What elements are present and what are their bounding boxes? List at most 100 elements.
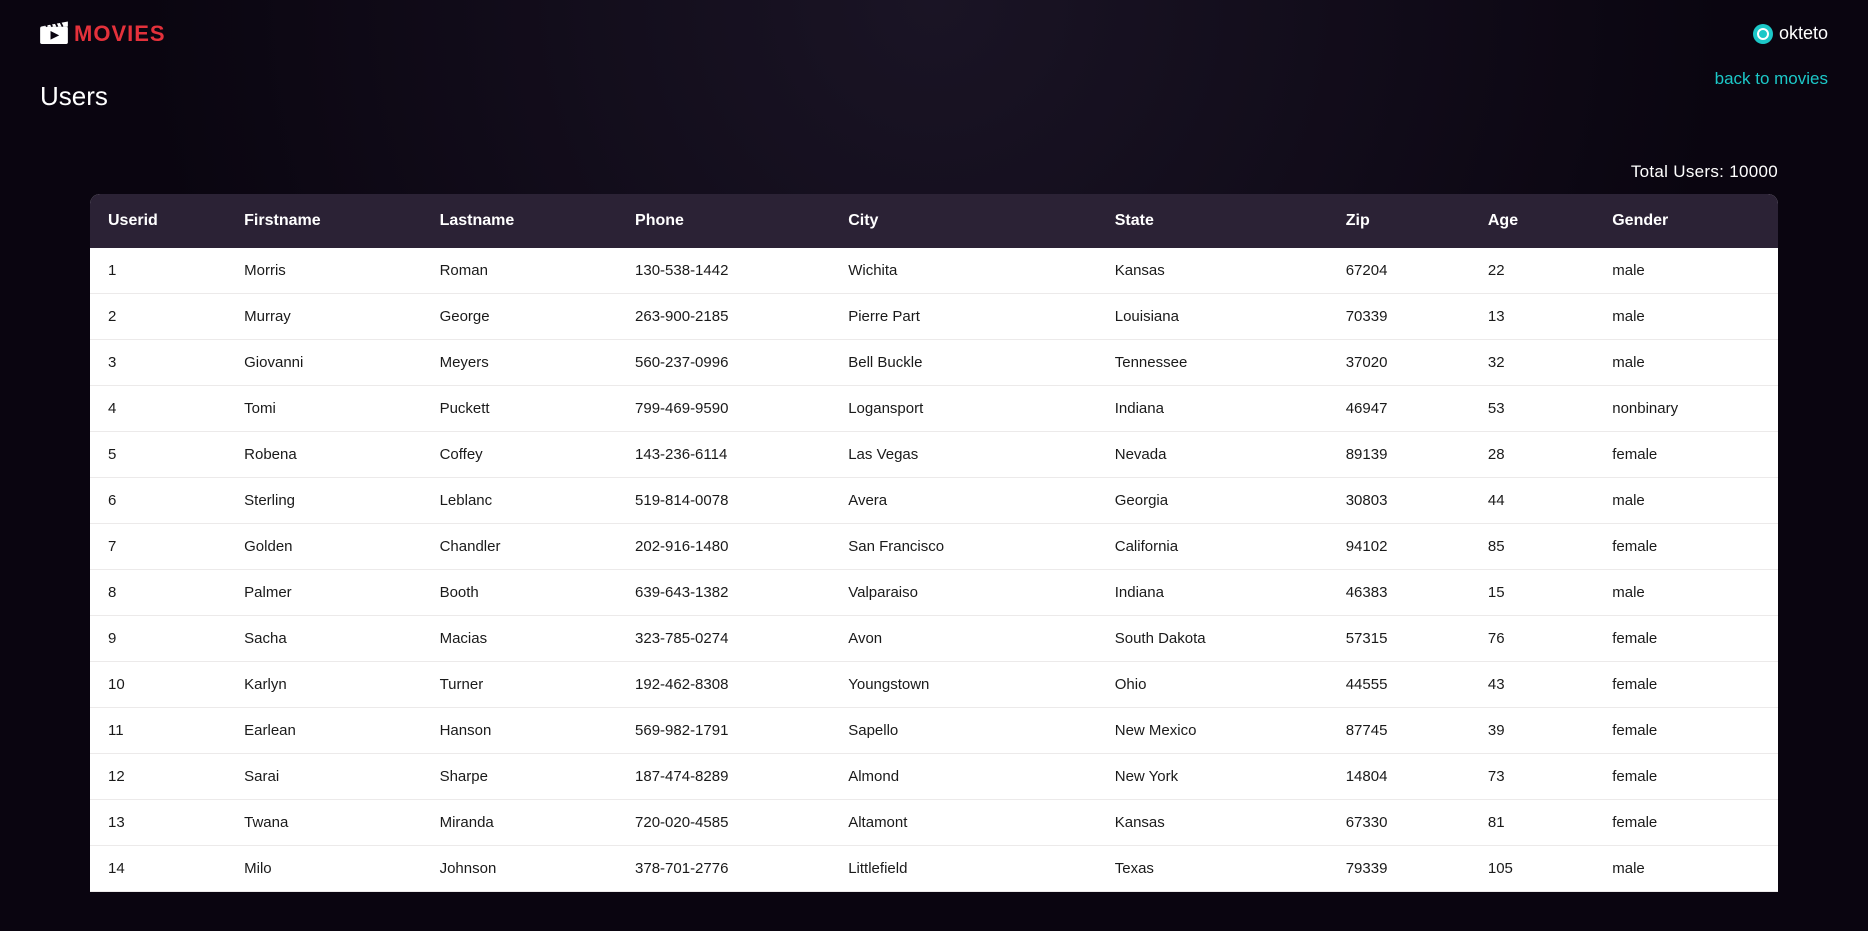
cell-state: Louisiana [1103, 294, 1334, 340]
cell-age: 28 [1476, 432, 1600, 478]
cell-gender: male [1600, 846, 1778, 892]
cell-zip: 67204 [1334, 248, 1476, 294]
cell-city: San Francisco [836, 524, 1103, 570]
cell-userid: 14 [90, 846, 232, 892]
cell-userid: 13 [90, 800, 232, 846]
cell-state: South Dakota [1103, 616, 1334, 662]
table-row: 5RobenaCoffey143-236-6114Las VegasNevada… [90, 432, 1778, 478]
cell-firstname: Milo [232, 846, 427, 892]
table-row: 13TwanaMiranda720-020-4585AltamontKansas… [90, 800, 1778, 846]
cell-city: Valparaiso [836, 570, 1103, 616]
cell-phone: 323-785-0274 [623, 616, 836, 662]
cell-lastname: Chandler [428, 524, 623, 570]
cell-city: Wichita [836, 248, 1103, 294]
table-row: 10KarlynTurner192-462-8308YoungstownOhio… [90, 662, 1778, 708]
app-logo[interactable]: MOVIES [40, 18, 166, 49]
cell-phone: 519-814-0078 [623, 478, 836, 524]
cell-userid: 8 [90, 570, 232, 616]
cell-gender: female [1600, 662, 1778, 708]
cell-state: Ohio [1103, 662, 1334, 708]
cell-phone: 639-643-1382 [623, 570, 836, 616]
cell-userid: 12 [90, 754, 232, 800]
cell-age: 73 [1476, 754, 1600, 800]
cell-zip: 30803 [1334, 478, 1476, 524]
cell-city: Avon [836, 616, 1103, 662]
cell-zip: 57315 [1334, 616, 1476, 662]
cell-gender: female [1600, 708, 1778, 754]
cell-state: New York [1103, 754, 1334, 800]
cell-lastname: Coffey [428, 432, 623, 478]
cell-age: 32 [1476, 340, 1600, 386]
table-header-row: Userid Firstname Lastname Phone City Sta… [90, 194, 1778, 248]
cell-age: 81 [1476, 800, 1600, 846]
cell-phone: 378-701-2776 [623, 846, 836, 892]
cell-age: 13 [1476, 294, 1600, 340]
cell-userid: 4 [90, 386, 232, 432]
cell-phone: 560-237-0996 [623, 340, 836, 386]
col-age: Age [1476, 194, 1600, 248]
cell-city: Littlefield [836, 846, 1103, 892]
total-users-label: Total Users: 10000 [90, 162, 1778, 182]
cell-city: Almond [836, 754, 1103, 800]
table-row: 6SterlingLeblanc519-814-0078AveraGeorgia… [90, 478, 1778, 524]
cell-lastname: Puckett [428, 386, 623, 432]
cell-firstname: Giovanni [232, 340, 427, 386]
cell-state: Indiana [1103, 386, 1334, 432]
cell-firstname: Palmer [232, 570, 427, 616]
cell-gender: male [1600, 248, 1778, 294]
cell-age: 53 [1476, 386, 1600, 432]
cell-gender: female [1600, 800, 1778, 846]
cell-phone: 202-916-1480 [623, 524, 836, 570]
cell-phone: 263-900-2185 [623, 294, 836, 340]
col-city: City [836, 194, 1103, 248]
cell-city: Youngstown [836, 662, 1103, 708]
cell-userid: 2 [90, 294, 232, 340]
content: Total Users: 10000 Userid Firstname Last… [0, 122, 1868, 892]
page-title: Users [0, 81, 1868, 122]
cell-userid: 11 [90, 708, 232, 754]
cell-city: Logansport [836, 386, 1103, 432]
cell-userid: 3 [90, 340, 232, 386]
table-row: 2MurrayGeorge263-900-2185Pierre PartLoui… [90, 294, 1778, 340]
cell-age: 15 [1476, 570, 1600, 616]
cell-gender: male [1600, 340, 1778, 386]
cell-age: 43 [1476, 662, 1600, 708]
cell-state: Georgia [1103, 478, 1334, 524]
cell-phone: 130-538-1442 [623, 248, 836, 294]
cell-phone: 720-020-4585 [623, 800, 836, 846]
cell-city: Altamont [836, 800, 1103, 846]
cell-userid: 7 [90, 524, 232, 570]
cell-zip: 67330 [1334, 800, 1476, 846]
cell-state: Kansas [1103, 248, 1334, 294]
table-row: 11EarleanHanson569-982-1791SapelloNew Me… [90, 708, 1778, 754]
cell-userid: 10 [90, 662, 232, 708]
cell-state: Kansas [1103, 800, 1334, 846]
cell-lastname: Sharpe [428, 754, 623, 800]
cell-state: Texas [1103, 846, 1334, 892]
cell-firstname: Tomi [232, 386, 427, 432]
okteto-logo[interactable]: okteto [1753, 23, 1828, 44]
cell-phone: 187-474-8289 [623, 754, 836, 800]
users-table: Userid Firstname Lastname Phone City Sta… [90, 194, 1778, 892]
cell-age: 105 [1476, 846, 1600, 892]
cell-state: California [1103, 524, 1334, 570]
col-zip: Zip [1334, 194, 1476, 248]
cell-age: 85 [1476, 524, 1600, 570]
cell-phone: 569-982-1791 [623, 708, 836, 754]
cell-state: Tennessee [1103, 340, 1334, 386]
cell-phone: 143-236-6114 [623, 432, 836, 478]
cell-firstname: Sterling [232, 478, 427, 524]
cell-phone: 799-469-9590 [623, 386, 836, 432]
cell-zip: 46383 [1334, 570, 1476, 616]
cell-lastname: Leblanc [428, 478, 623, 524]
cell-city: Pierre Part [836, 294, 1103, 340]
back-to-movies-link[interactable]: back to movies [1715, 69, 1828, 89]
cell-zip: 70339 [1334, 294, 1476, 340]
cell-zip: 14804 [1334, 754, 1476, 800]
cell-firstname: Murray [232, 294, 427, 340]
cell-userid: 6 [90, 478, 232, 524]
cell-firstname: Morris [232, 248, 427, 294]
cell-lastname: Booth [428, 570, 623, 616]
col-userid: Userid [90, 194, 232, 248]
cell-zip: 79339 [1334, 846, 1476, 892]
